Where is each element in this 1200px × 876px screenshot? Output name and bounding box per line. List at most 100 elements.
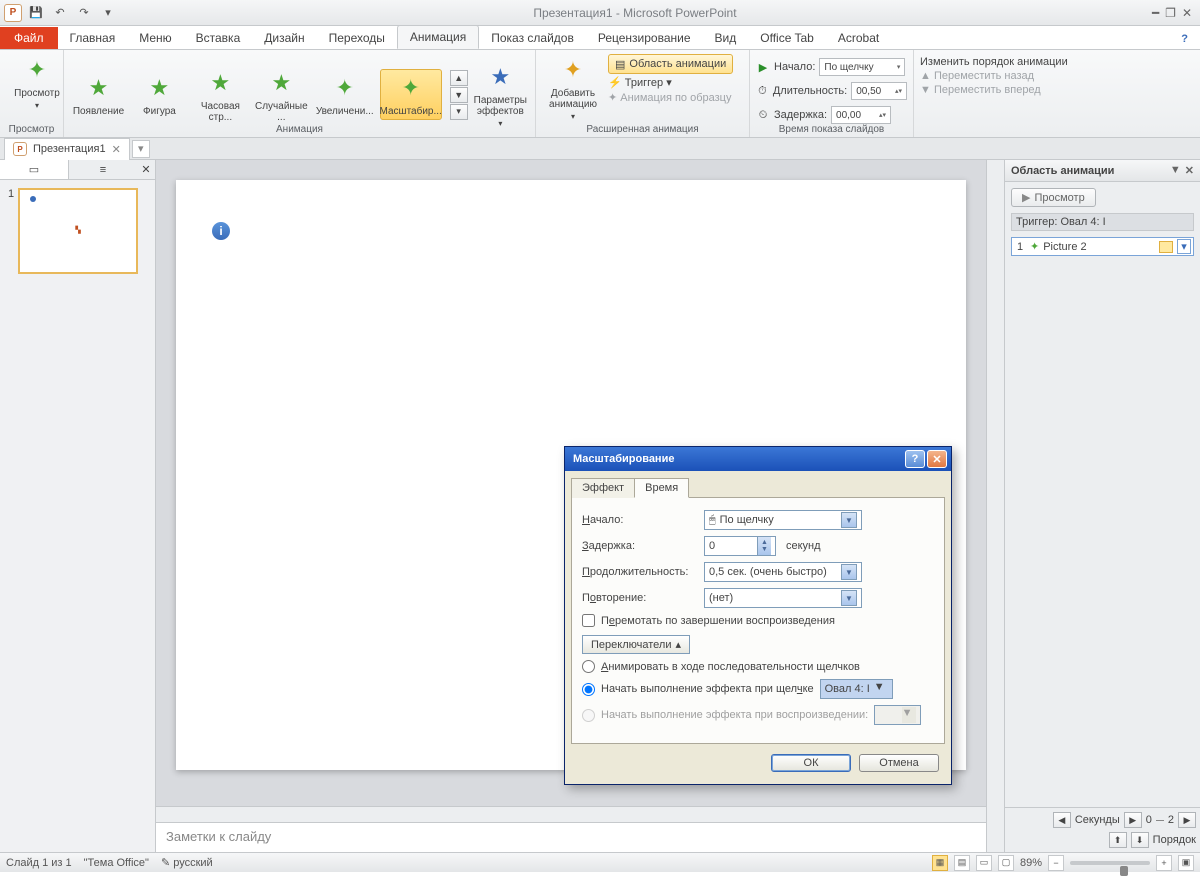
new-tab-button[interactable]: ▾ [132, 140, 150, 158]
tab-office[interactable]: Office Tab [748, 27, 826, 49]
tab-transitions[interactable]: Переходы [317, 27, 397, 49]
item-menu-icon[interactable]: ▾ [1177, 239, 1191, 254]
chevron-down-icon[interactable]: ▼ [841, 564, 857, 580]
gallery-more-icon[interactable]: ▾ [450, 104, 468, 120]
tab-menu[interactable]: Меню [127, 27, 183, 49]
pane-menu-icon[interactable]: ▼ [1170, 164, 1181, 177]
scroll-right-icon[interactable]: ▶ [1124, 812, 1142, 828]
zoom-slider[interactable] [1070, 861, 1150, 865]
canvas-vscroll[interactable] [986, 160, 1004, 852]
chevron-down-icon[interactable]: ▼ [841, 590, 857, 606]
add-animation-button[interactable]: ✦Добавить анимацию▾ [542, 52, 604, 123]
tab-review[interactable]: Рецензирование [586, 27, 703, 49]
tab-acrobat[interactable]: Acrobat [826, 27, 891, 49]
scroll-left-icon[interactable]: ◀ [1053, 812, 1071, 828]
view-normal-icon[interactable]: ▦ [932, 855, 948, 871]
status-lang[interactable]: ✎ русский [161, 856, 213, 869]
gallery-up-icon[interactable]: ▲ [450, 70, 468, 86]
tab-slideshow[interactable]: Показ слайдов [479, 27, 586, 49]
chevron-down-icon[interactable]: ▼ [874, 681, 888, 697]
thumbs-close[interactable]: ✕ [137, 160, 155, 179]
save-icon[interactable]: 💾 [26, 6, 46, 19]
painter-button[interactable]: ✦ Анимация по образцу [608, 91, 733, 104]
tab-design[interactable]: Дизайн [252, 27, 316, 49]
main-area: ▭ ≡ ✕ 1 ▚ i Масштабирование ? ✕ [0, 160, 1200, 852]
pane-animation-item[interactable]: 1 ✦ Picture 2 ▾ [1011, 237, 1194, 256]
minimize-icon[interactable]: ━ [1152, 6, 1159, 20]
dlg-delay-spinner[interactable]: 0▲▼ [704, 536, 776, 556]
dlg-duration-select[interactable]: 0,5 сек. (очень быстро)▼ [704, 562, 862, 582]
dialog-tab-timing[interactable]: Время [634, 478, 689, 498]
preview-button[interactable]: ✦ Просмотр ▾ [6, 52, 68, 112]
effect-grow[interactable]: ✦Увеличени... [314, 70, 376, 119]
window-title: Презентация1 - Microsoft PowerPoint [118, 6, 1152, 20]
dialog-close-icon[interactable]: ✕ [927, 450, 947, 468]
dlg-cancel-button[interactable]: Отмена [859, 754, 939, 772]
duration-field[interactable]: 00,50▴▾ [851, 82, 907, 100]
scroll-right2-icon[interactable]: ▶ [1178, 812, 1196, 828]
quick-access-toolbar: P 💾 ↶ ↷ ▾ [0, 4, 118, 22]
dlg-repeat-select[interactable]: (нет)▼ [704, 588, 862, 608]
close-tab-icon[interactable]: ✕ [112, 143, 121, 156]
effect-options-button[interactable]: ★Параметры эффектов▾ [472, 59, 529, 130]
redo-icon[interactable]: ↷ [74, 6, 94, 19]
zoom-out-icon[interactable]: − [1048, 855, 1064, 871]
effect-clock[interactable]: ★Часовая стр... [192, 65, 249, 125]
undo-icon[interactable]: ↶ [50, 6, 70, 19]
effect-appear[interactable]: ★Появление [70, 70, 127, 119]
move-down-icon[interactable]: ⬇ [1131, 832, 1149, 848]
trigger-button[interactable]: ⚡ Триггер ▾ [608, 76, 733, 89]
view-sorter-icon[interactable]: ▤ [954, 855, 970, 871]
reorder-title: Изменить порядок анимации [920, 56, 1194, 68]
dlg-triggers-toggle[interactable]: Переключатели ▴ [582, 635, 690, 654]
effect-random[interactable]: ★Случайные ... [253, 65, 310, 125]
add-star-icon: ✦ [557, 54, 589, 86]
dlg-radio-sequence[interactable]: Анимировать в ходе последовательности ще… [582, 660, 934, 673]
file-tab[interactable]: Файл [0, 27, 58, 49]
delay-field[interactable]: 00,00▴▾ [831, 106, 891, 124]
canvas-hscroll[interactable] [156, 806, 986, 822]
star-icon: ★ [484, 61, 516, 93]
dialog-tab-effect[interactable]: Эффект [571, 478, 635, 498]
dlg-start-select[interactable]: 🖱По щелчку▼ [704, 510, 862, 530]
close-icon[interactable]: ✕ [1182, 6, 1192, 20]
effect-zoom[interactable]: ✦Масштабир... [380, 69, 442, 120]
thumbs-tab-slides[interactable]: ▭ [0, 160, 69, 179]
view-reading-icon[interactable]: ▭ [976, 855, 992, 871]
tab-animation[interactable]: Анимация [397, 25, 479, 49]
move-up-icon[interactable]: ⬆ [1109, 832, 1127, 848]
zoom-in-icon[interactable]: + [1156, 855, 1172, 871]
dlg-rewind-checkbox[interactable]: Перемотать по завершении воспроизведения [582, 614, 934, 627]
fit-icon[interactable]: ▣ [1178, 855, 1194, 871]
dialog-titlebar[interactable]: Масштабирование ? ✕ [565, 447, 951, 471]
restore-icon[interactable]: ❐ [1165, 6, 1176, 20]
dlg-onclick-select[interactable]: Овал 4: I▼ [820, 679, 893, 699]
dlg-radio-onclick[interactable]: Начать выполнение эффекта при щелчке Ова… [582, 679, 934, 699]
slide-thumbnail[interactable]: 1 ▚ [8, 188, 147, 274]
effect-shape[interactable]: ★Фигура [131, 70, 188, 119]
group-animation: ★Появление ★Фигура ★Часовая стр... ★Случ… [64, 50, 536, 137]
tab-view[interactable]: Вид [703, 27, 749, 49]
pane-close-icon[interactable]: ✕ [1185, 164, 1194, 177]
tab-insert[interactable]: Вставка [184, 27, 253, 49]
delay-icon: ⏲ [756, 109, 770, 122]
move-back-button[interactable]: ▲ Переместить назад [920, 70, 1194, 82]
gallery-down-icon[interactable]: ▼ [450, 87, 468, 103]
document-tab[interactable]: P Презентация1 ✕ [4, 138, 130, 160]
dialog-help-icon[interactable]: ? [905, 450, 925, 468]
start-select[interactable]: По щелчку▾ [819, 58, 905, 76]
help-icon[interactable]: ? [1177, 29, 1192, 49]
move-forward-button[interactable]: ▼ Переместить вперед [920, 84, 1194, 96]
view-slideshow-icon[interactable]: ▢ [998, 855, 1014, 871]
status-bar: Слайд 1 из 1 "Тема Office" ✎ русский ▦ ▤… [0, 852, 1200, 872]
pane-play-button[interactable]: ▶Просмотр [1011, 188, 1096, 207]
notes-pane[interactable]: Заметки к слайду [156, 822, 986, 852]
thumbs-tab-outline[interactable]: ≡ [69, 160, 137, 179]
info-icon[interactable]: i [212, 222, 230, 240]
qat-dropdown-icon[interactable]: ▾ [98, 6, 118, 19]
tab-home[interactable]: Главная [58, 27, 128, 49]
animation-pane-button[interactable]: ▤Область анимации [608, 54, 733, 74]
slide-thumbnails: ▭ ≡ ✕ 1 ▚ [0, 160, 156, 852]
chevron-down-icon[interactable]: ▼ [841, 512, 857, 528]
dlg-ok-button[interactable]: ОК [771, 754, 851, 772]
